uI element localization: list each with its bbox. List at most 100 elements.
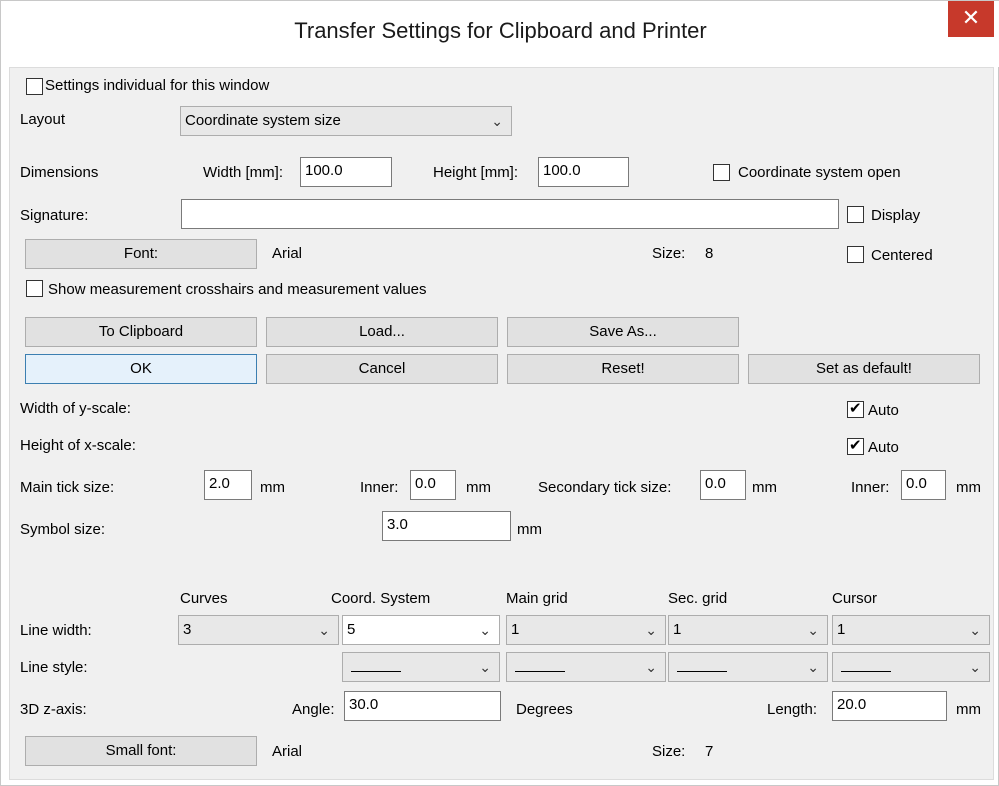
small-font-button[interactable]: Small font: xyxy=(25,736,257,766)
line-width-sec-grid-value: 1 xyxy=(673,621,682,638)
chevron-down-icon: ⌄ xyxy=(479,622,491,638)
to-clipboard-button[interactable]: To Clipboard xyxy=(25,317,257,347)
main-tick-unit: mm xyxy=(260,479,285,496)
centered-checkbox[interactable] xyxy=(847,246,864,263)
col-cursor: Cursor xyxy=(832,590,878,607)
length-unit: mm xyxy=(956,701,981,718)
line-style-main-grid-select[interactable]: ⌄ xyxy=(506,652,666,682)
inner-tick-label: Inner: xyxy=(360,479,399,496)
main-tick-label: Main tick size: xyxy=(20,479,115,496)
line-style-sample xyxy=(351,671,401,672)
angle-unit: Degrees xyxy=(516,701,573,718)
dimensions-label: Dimensions xyxy=(20,164,99,181)
small-font-size-label: Size: xyxy=(652,743,686,760)
centered-label: Centered xyxy=(871,247,933,264)
x-scale-auto-label: Auto xyxy=(868,439,899,456)
settings-individual-checkbox[interactable] xyxy=(26,78,43,95)
small-font-name: Arial xyxy=(272,743,303,760)
col-coord-system: Coord. System xyxy=(331,590,431,607)
line-width-main-grid-select[interactable]: 1 ⌄ xyxy=(506,615,666,645)
z-axis-label: 3D z-axis: xyxy=(20,701,87,718)
x-scale-height-label: Height of x-scale: xyxy=(20,437,136,454)
inner-tick-input[interactable]: 0.0 xyxy=(410,470,456,500)
chevron-down-icon: ⌄ xyxy=(807,659,819,675)
font-button[interactable]: Font: xyxy=(25,239,257,269)
inner2-tick-input[interactable]: 0.0 xyxy=(901,470,946,500)
line-style-cursor-select[interactable]: ⌄ xyxy=(832,652,990,682)
line-style-coord-select[interactable]: ⌄ xyxy=(342,652,500,682)
line-width-curves-value: 3 xyxy=(183,621,192,638)
secondary-tick-unit: mm xyxy=(752,479,777,496)
secondary-tick-input[interactable]: 0.0 xyxy=(700,470,746,500)
col-curves: Curves xyxy=(180,590,228,607)
signature-input[interactable] xyxy=(181,199,839,229)
col-sec-grid: Sec. grid xyxy=(668,590,728,607)
small-font-size-value: 7 xyxy=(705,743,714,760)
line-style-sample xyxy=(841,671,891,672)
chevron-down-icon: ⌄ xyxy=(645,622,657,638)
chevron-down-icon: ⌄ xyxy=(479,659,491,675)
coord-open-checkbox[interactable] xyxy=(713,164,730,181)
line-style-label: Line style: xyxy=(20,659,88,676)
layout-label: Layout xyxy=(20,111,66,128)
inner2-tick-label: Inner: xyxy=(851,479,890,496)
cancel-button[interactable]: Cancel xyxy=(266,354,498,384)
y-scale-auto-label: Auto xyxy=(868,402,899,419)
title-bar: Transfer Settings for Clipboard and Prin… xyxy=(1,1,999,67)
height-input[interactable]: 100.0 xyxy=(538,157,629,187)
line-style-sample xyxy=(677,671,727,672)
load-button[interactable]: Load... xyxy=(266,317,498,347)
width-input[interactable]: 100.0 xyxy=(300,157,392,187)
line-width-label: Line width: xyxy=(20,622,92,639)
main-tick-input[interactable]: 2.0 xyxy=(204,470,252,500)
line-width-sec-grid-select[interactable]: 1 ⌄ xyxy=(668,615,828,645)
line-width-curves-select[interactable]: 3 ⌄ xyxy=(178,615,339,645)
ok-button[interactable]: OK xyxy=(25,354,257,384)
length-label: Length: xyxy=(767,701,818,718)
reset-button[interactable]: Reset! xyxy=(507,354,739,384)
chevron-down-icon: ⌄ xyxy=(491,113,503,129)
chevron-down-icon: ⌄ xyxy=(645,659,657,675)
chevron-down-icon: ⌄ xyxy=(807,622,819,638)
dialog-client: Settings individual for this window Layo… xyxy=(9,67,994,780)
inner2-tick-unit: mm xyxy=(956,479,981,496)
signature-label: Signature: xyxy=(20,207,89,224)
font-size-label: Size: xyxy=(652,245,686,262)
y-scale-width-label: Width of y-scale: xyxy=(20,400,131,417)
symbol-size-input[interactable]: 3.0 xyxy=(382,511,511,541)
symbol-size-label: Symbol size: xyxy=(20,521,106,538)
window-title: Transfer Settings for Clipboard and Prin… xyxy=(294,18,707,43)
line-style-sample xyxy=(515,671,565,672)
length-input[interactable]: 20.0 xyxy=(832,691,947,721)
line-width-coord-select[interactable]: 5 ⌄ xyxy=(342,615,500,645)
dialog-window: Transfer Settings for Clipboard and Prin… xyxy=(0,0,999,786)
layout-select[interactable]: Coordinate system size ⌄ xyxy=(180,106,512,136)
angle-label: Angle: xyxy=(292,701,335,718)
chevron-down-icon: ⌄ xyxy=(969,659,981,675)
symbol-size-unit: mm xyxy=(517,521,542,538)
line-width-main-grid-value: 1 xyxy=(511,621,520,638)
crosshairs-label: Show measurement crosshairs and measurem… xyxy=(48,281,427,298)
close-button[interactable]: ✕ xyxy=(948,1,994,37)
line-style-sec-grid-select[interactable]: ⌄ xyxy=(668,652,828,682)
save-as-button[interactable]: Save As... xyxy=(507,317,739,347)
width-label: Width [mm]: xyxy=(203,164,284,181)
font-name: Arial xyxy=(272,245,303,262)
inner-tick-unit: mm xyxy=(466,479,491,496)
angle-input[interactable]: 30.0 xyxy=(344,691,501,721)
line-width-cursor-select[interactable]: 1 ⌄ xyxy=(832,615,990,645)
x-scale-auto-checkbox[interactable] xyxy=(847,436,864,455)
y-scale-auto-checkbox[interactable] xyxy=(847,399,864,418)
height-label: Height [mm]: xyxy=(433,164,519,181)
font-size-value: 8 xyxy=(705,245,714,262)
coord-open-label: Coordinate system open xyxy=(738,164,901,181)
display-label: Display xyxy=(871,207,921,224)
settings-individual-label: Settings individual for this window xyxy=(45,77,270,94)
crosshairs-checkbox[interactable] xyxy=(26,280,43,297)
secondary-tick-label: Secondary tick size: xyxy=(538,479,672,496)
display-checkbox[interactable] xyxy=(847,206,864,223)
layout-select-value: Coordinate system size xyxy=(185,112,341,129)
line-width-coord-value: 5 xyxy=(347,621,356,638)
set-default-button[interactable]: Set as default! xyxy=(748,354,980,384)
chevron-down-icon: ⌄ xyxy=(969,622,981,638)
